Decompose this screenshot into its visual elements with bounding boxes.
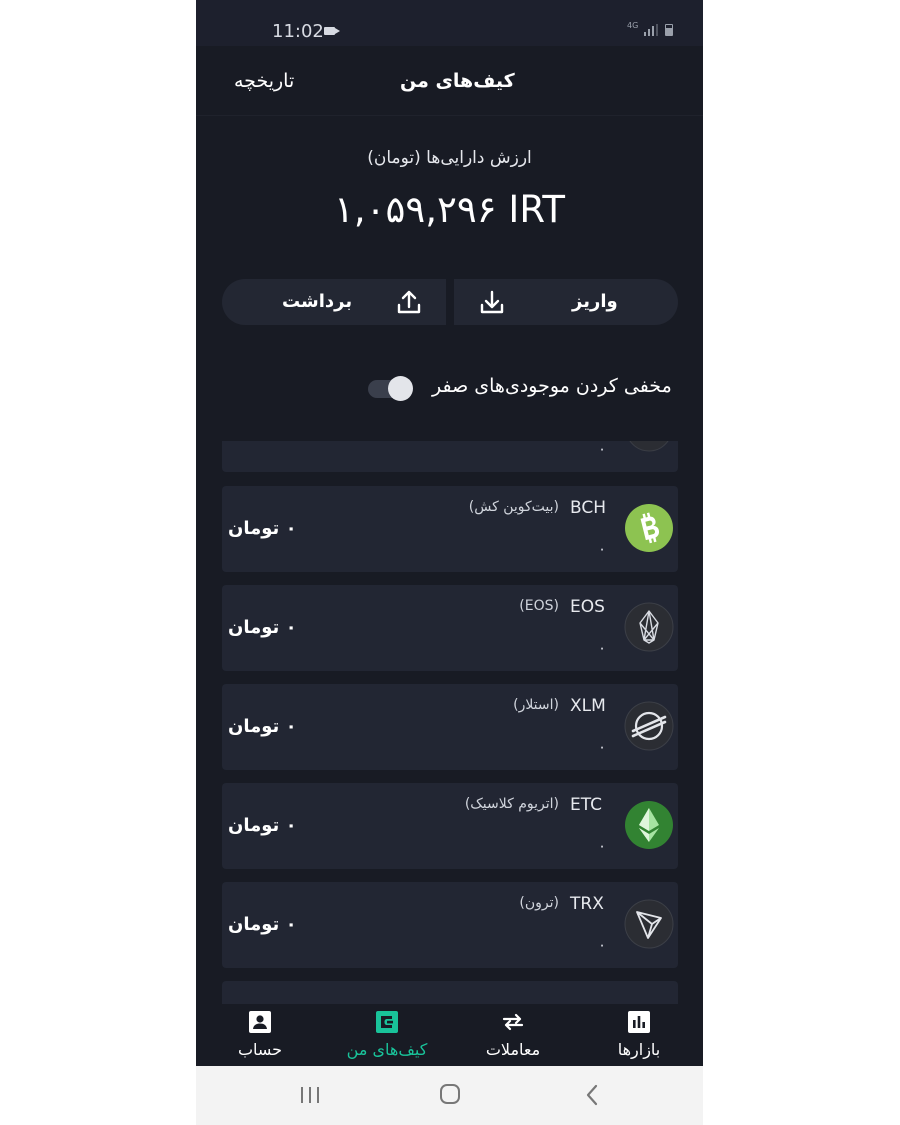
coin-name: (EOS) xyxy=(519,598,559,614)
coin-symbol: XLM xyxy=(570,696,606,716)
hide-zero-balances-row: مخفی کردن موجودی‌های صفر xyxy=(196,365,703,409)
deposit-label: واریز xyxy=(572,291,618,312)
signal-icon xyxy=(644,24,658,36)
coin-card-etc[interactable]: ETC (اتریوم کلاسیک) ۰ ۰ تومان xyxy=(222,783,678,869)
upload-icon xyxy=(397,290,421,314)
hide-zero-balances-toggle[interactable] xyxy=(368,376,414,401)
account-icon xyxy=(249,1011,271,1033)
withdraw-label: برداشت xyxy=(282,291,353,312)
coin-amount: ۰ xyxy=(598,441,607,458)
coin-symbol: BCH xyxy=(570,498,607,518)
nav-label: حساب xyxy=(237,1040,283,1059)
coin-card[interactable] xyxy=(222,981,678,1004)
status-bar: 11:02 4G xyxy=(196,0,703,46)
withdraw-button[interactable]: برداشت xyxy=(222,279,446,325)
recent-apps-icon[interactable] xyxy=(296,1083,324,1107)
partial-coin-icon xyxy=(629,441,669,452)
trade-arrows-icon xyxy=(502,1013,524,1031)
coin-amount: ۰ xyxy=(598,639,607,657)
asset-value-title: ارزش دارایی‌ها (تومان) xyxy=(367,148,532,168)
coin-card-trx[interactable]: TRX (ترون) ۰ ۰ تومان xyxy=(222,882,678,968)
coin-symbol: ETC xyxy=(570,795,602,815)
bottom-navigation: حساب کیف‌های من معاملات بازار xyxy=(196,1004,703,1066)
nav-label: بازارها xyxy=(617,1040,661,1059)
nav-markets[interactable]: بازارها xyxy=(579,1004,699,1066)
coin-card[interactable]: ۰ xyxy=(222,441,678,472)
eos-icon xyxy=(624,602,674,652)
home-icon[interactable] xyxy=(436,1083,464,1107)
deposit-button[interactable]: واریز xyxy=(454,279,678,325)
battery-icon xyxy=(665,24,673,36)
coin-card-bch[interactable]: BCH (بیت‌کوین کش) ۰ ۰ تومان xyxy=(222,486,678,572)
coin-name: (اتریوم کلاسیک) xyxy=(464,796,559,812)
nav-my-wallets[interactable]: کیف‌های من xyxy=(327,1004,447,1066)
coin-name: (ترون) xyxy=(519,895,559,911)
coin-value: ۰ تومان xyxy=(228,914,297,935)
nav-label: معاملات xyxy=(485,1040,541,1059)
nav-account[interactable]: حساب xyxy=(200,1004,320,1066)
coin-amount: ۰ xyxy=(598,936,607,954)
coin-card-eos[interactable]: EOS (EOS) ۰ ۰ تومان xyxy=(222,585,678,671)
coin-list[interactable]: ۰ BCH (بیت‌کوین کش) ۰ ۰ تومان xyxy=(222,441,678,1004)
top-tabs: کیف‌های من تاریخچه xyxy=(196,46,703,116)
coin-name: (بیت‌کوین کش) xyxy=(468,499,559,515)
coin-name: (استلار) xyxy=(513,697,559,713)
coin-amount: ۰ xyxy=(598,738,607,756)
bitcoin-cash-icon xyxy=(625,504,673,552)
markets-chart-icon xyxy=(628,1011,650,1033)
coin-card-xlm[interactable]: XLM (استلار) ۰ ۰ تومان xyxy=(222,684,678,770)
download-icon xyxy=(480,290,504,314)
hide-zero-balances-label: مخفی کردن موجودی‌های صفر xyxy=(432,375,672,397)
tron-icon xyxy=(624,899,674,949)
coin-value: ۰ تومان xyxy=(228,617,297,638)
tab-my-wallets[interactable]: کیف‌های من xyxy=(400,70,515,92)
asset-total-value: ۱,۰۵۹,۲۹۶ IRT xyxy=(334,188,565,231)
coin-value: ۰ تومان xyxy=(228,716,297,737)
android-navigation-bar xyxy=(196,1066,703,1125)
ethereum-classic-icon xyxy=(625,801,673,849)
coin-amount: ۰ xyxy=(598,837,607,855)
video-camera-icon xyxy=(324,27,340,35)
coin-value: ۰ تومان xyxy=(228,518,297,539)
back-icon[interactable] xyxy=(579,1083,607,1107)
nav-trades[interactable]: معاملات xyxy=(453,1004,573,1066)
tab-history[interactable]: تاریخچه xyxy=(234,70,294,92)
toggle-knob xyxy=(388,376,413,401)
wallet-icon xyxy=(376,1011,398,1033)
phone-screen: 11:02 4G کیف‌های من تاریخچه ارزش دارایی‌… xyxy=(196,0,703,1125)
status-time: 11:02 xyxy=(272,21,324,42)
coin-value: ۰ تومان xyxy=(228,815,297,836)
nav-label: کیف‌های من xyxy=(346,1040,428,1059)
action-buttons: برداشت واریز xyxy=(222,279,678,325)
coin-symbol: EOS xyxy=(570,597,605,617)
network-type-label: 4G xyxy=(627,21,639,30)
coin-amount: ۰ xyxy=(598,540,607,558)
stellar-icon xyxy=(624,701,674,751)
coin-symbol: TRX xyxy=(570,894,604,914)
